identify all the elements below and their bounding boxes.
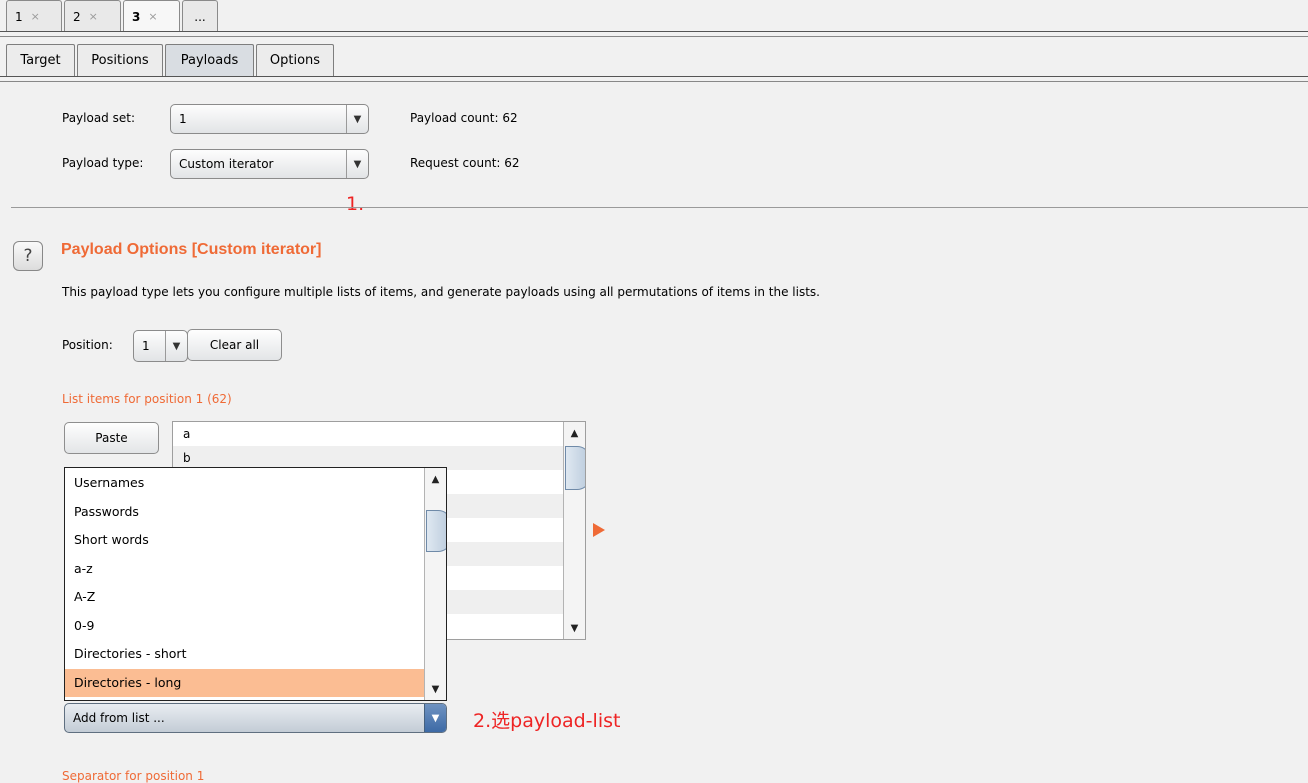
scroll-thumb[interactable] <box>565 446 585 490</box>
payload-count-value: 62 <box>502 111 518 125</box>
tab-label: 2 <box>73 9 81 24</box>
annotation-step-2: 2.选payload-list <box>473 710 621 732</box>
tab-options[interactable]: Options <box>256 44 334 76</box>
list-item[interactable]: a <box>173 422 585 446</box>
intruder-tab-more[interactable]: ... <box>182 0 218 32</box>
position-value: 1 <box>142 339 150 353</box>
clear-all-label: Clear all <box>209 338 260 352</box>
help-icon[interactable]: ? <box>13 241 43 271</box>
paste-button[interactable]: Paste <box>64 422 159 454</box>
dropdown-options: Usernames Passwords Short words a-z A-Z … <box>65 469 424 697</box>
dropdown-option-usernames[interactable]: Usernames <box>65 469 424 498</box>
section-description: This payload type lets you configure mul… <box>62 285 820 299</box>
scroll-down-icon[interactable]: ▼ <box>425 678 446 700</box>
payload-count-text: Payload count: <box>410 111 499 125</box>
payload-type-value: Custom iterator <box>179 157 274 171</box>
close-icon[interactable]: × <box>31 10 40 23</box>
scroll-thumb[interactable] <box>426 510 446 552</box>
chevron-down-icon: ▼ <box>165 331 187 361</box>
payload-count-label: Payload count: 62 <box>410 111 518 125</box>
tab-label: 3 <box>132 9 141 24</box>
chevron-down-icon: ▼ <box>424 704 446 732</box>
paste-label: Paste <box>95 431 128 445</box>
chevron-down-icon: ▼ <box>346 150 368 178</box>
tab-target-label: Target <box>20 53 61 68</box>
dropdown-option-directories-long[interactable]: Directories - long <box>65 668 424 697</box>
clear-all-button[interactable]: Clear all <box>187 329 282 361</box>
tab-label: 1 <box>15 9 23 24</box>
tab-positions-label: Positions <box>91 53 149 68</box>
payload-type-label: Payload type: <box>62 156 144 170</box>
dropdown-option-short-words[interactable]: Short words <box>65 526 424 555</box>
list-items-header: List items for position 1 (62) <box>62 392 232 406</box>
tab-divider <box>0 36 1308 37</box>
intruder-tab-2[interactable]: 2 × <box>64 0 121 32</box>
list-scrollbar[interactable]: ▲ ▼ <box>563 422 585 639</box>
close-icon[interactable]: × <box>148 10 157 23</box>
dropdown-option-0-9[interactable]: 0-9 <box>65 612 424 641</box>
expand-arrow-icon[interactable] <box>593 523 605 537</box>
subtab-divider <box>0 76 1308 77</box>
tab-target[interactable]: Target <box>6 44 75 76</box>
payload-type-select[interactable]: Custom iterator ▼ <box>170 149 369 179</box>
add-from-list-select[interactable]: Add from list ... ▼ <box>64 703 447 733</box>
intruder-tab-3[interactable]: 3 × <box>123 0 180 32</box>
tab-payloads-label: Payloads <box>180 53 239 68</box>
tab-payloads[interactable]: Payloads <box>165 44 254 76</box>
section-title: Payload Options [Custom iterator] <box>61 241 322 258</box>
payload-set-label: Payload set: <box>62 111 135 125</box>
request-count-value: 62 <box>504 156 520 170</box>
request-count-text: Request count: <box>410 156 501 170</box>
payload-set-value: 1 <box>179 112 187 126</box>
chevron-down-icon: ▼ <box>346 105 368 133</box>
close-icon[interactable]: × <box>89 10 98 23</box>
tab-options-label: Options <box>269 53 321 68</box>
scroll-down-icon[interactable]: ▼ <box>564 617 585 639</box>
scroll-up-icon[interactable]: ▲ <box>564 422 585 444</box>
tab-divider <box>0 31 1308 32</box>
position-label: Position: <box>62 338 113 352</box>
annotation-step-1: 1. <box>346 193 365 215</box>
request-count-label: Request count: 62 <box>410 156 520 170</box>
add-from-list-value: Add from list ... <box>73 711 165 725</box>
dropdown-option-a-z-upper[interactable]: A-Z <box>65 583 424 612</box>
dropdown-option-passwords[interactable]: Passwords <box>65 498 424 527</box>
dropdown-option-directories-short[interactable]: Directories - short <box>65 640 424 669</box>
intruder-tab-1[interactable]: 1 × <box>6 0 62 32</box>
dropdown-scrollbar[interactable]: ▲ ▼ <box>424 468 446 700</box>
tab-positions[interactable]: Positions <box>77 44 163 76</box>
section-divider <box>11 207 1308 208</box>
scroll-up-icon[interactable]: ▲ <box>425 468 446 490</box>
position-select[interactable]: 1 ▼ <box>133 330 188 362</box>
separator-header: Separator for position 1 <box>62 769 205 783</box>
payload-set-select[interactable]: 1 ▼ <box>170 104 369 134</box>
tab-label: ... <box>194 9 206 24</box>
subtab-divider <box>0 81 1308 82</box>
add-from-list-dropdown[interactable]: Usernames Passwords Short words a-z A-Z … <box>64 467 447 701</box>
dropdown-option-a-z-lower[interactable]: a-z <box>65 555 424 584</box>
